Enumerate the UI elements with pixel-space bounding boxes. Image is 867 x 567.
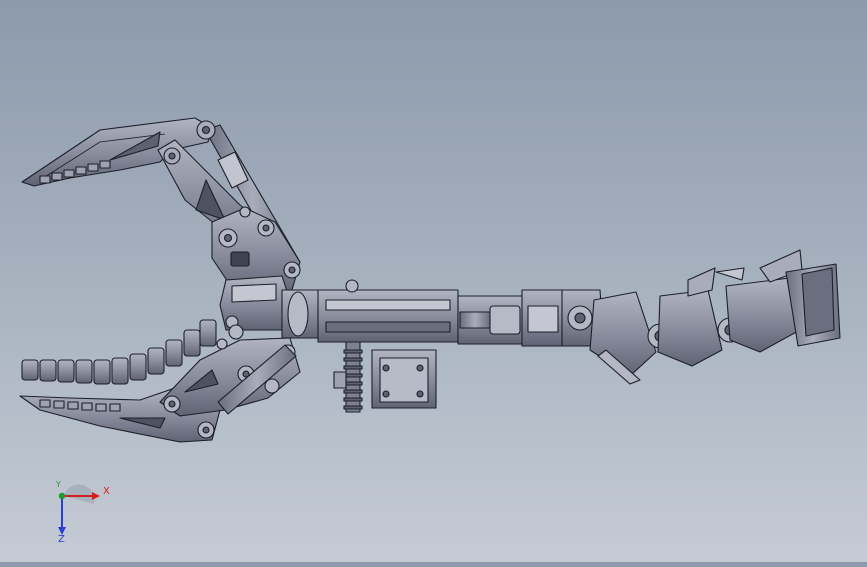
gripper-model[interactable]: [0, 0, 867, 562]
x-axis-label: X: [103, 486, 110, 497]
gear-motor[interactable]: [333, 341, 437, 413]
lower-claw[interactable]: [19, 319, 301, 443]
coordinate-triad: X Y Z: [40, 478, 120, 548]
upper-claw[interactable]: [21, 117, 301, 297]
segmented-arm[interactable]: [589, 249, 841, 385]
y-axis-icon: [58, 492, 66, 500]
z-axis-label: Z: [58, 534, 65, 545]
y-axis-label: Y: [56, 480, 61, 489]
forearm[interactable]: [317, 279, 605, 347]
cad-viewport[interactable]: [0, 0, 867, 562]
